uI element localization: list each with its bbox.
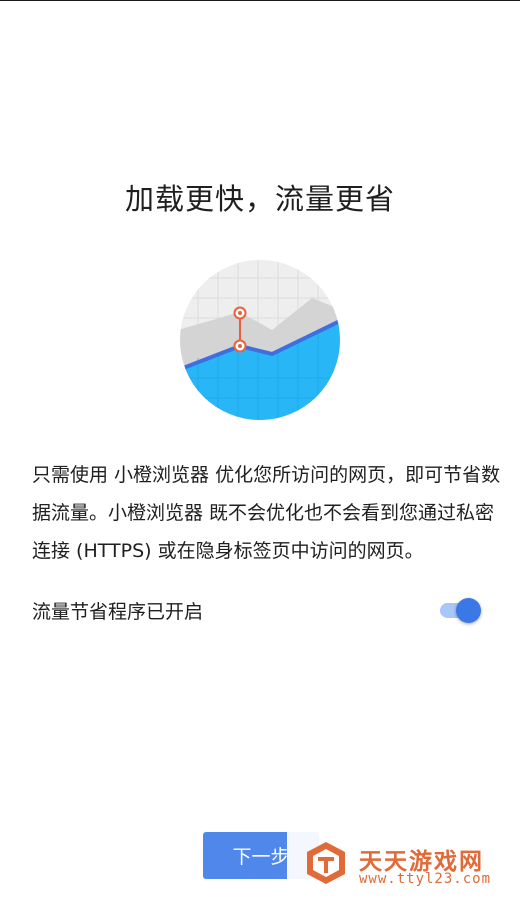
- data-saver-switch[interactable]: [440, 596, 484, 624]
- watermark-site-url: www.ttyl23.com: [359, 871, 492, 887]
- switch-thumb: [456, 598, 481, 623]
- site-logo-icon: [307, 842, 345, 884]
- data-saver-toggle-row[interactable]: 流量节省程序已开启: [32, 592, 488, 628]
- data-saver-chart-illustration: [180, 260, 340, 420]
- top-divider: [0, 0, 520, 1]
- watermark-overlay: 天天游戏网 www.ttyl23.com: [287, 828, 520, 900]
- data-saver-label: 流量节省程序已开启: [32, 601, 204, 623]
- description-text: 只需使用 小橙浏览器 优化您所访问的网页，即可节省数据流量。小橙浏览器 既不会优…: [32, 464, 501, 562]
- page-title: 加载更快，流量更省: [124, 182, 395, 216]
